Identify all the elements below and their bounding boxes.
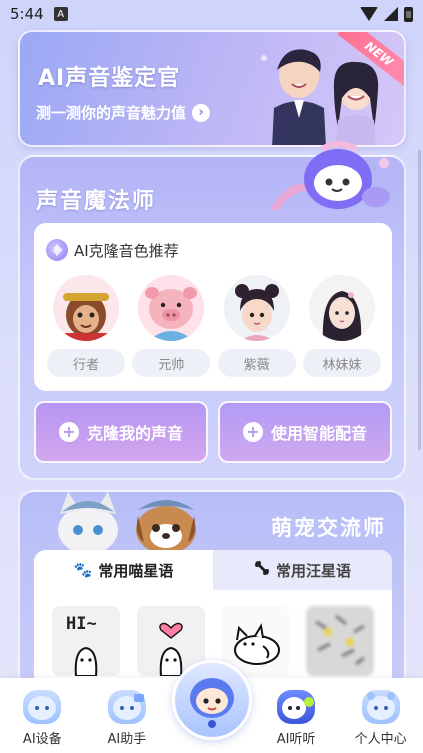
voice-label: 行者 — [47, 349, 125, 377]
voice-item-yuanshuai[interactable]: 元帅 — [131, 275, 211, 377]
nav-ai-listen[interactable]: AI听听 — [261, 690, 331, 747]
banner-subtitle-text: 测一测你的声音魅力值 — [36, 104, 187, 122]
lin-meimei-avatar — [308, 275, 375, 341]
voice-label: 林妹妹 — [302, 349, 381, 377]
voice-label: 元帅 — [132, 349, 211, 377]
status-bar: 5:44 A — [0, 0, 423, 28]
voice-appraiser-banner[interactable]: AI声音鉴定官 测一测你的声音魅力值 › NEW — [18, 30, 406, 147]
monkey-king-avatar — [53, 275, 119, 341]
pig-marshal-avatar — [138, 275, 205, 341]
nav-home-center-button[interactable] — [172, 660, 252, 740]
profile-icon — [361, 690, 400, 724]
paw-icon: 🐾 — [73, 561, 93, 579]
voice-item-linmeimei[interactable]: 林妹妹 — [302, 275, 382, 377]
pet-title: 萌宠交流师 — [271, 516, 386, 540]
tab-dog-label: 常用汪星语 — [275, 561, 351, 580]
nav-label: AI听听 — [276, 732, 316, 747]
recommend-title: AI克隆音色推荐 — [74, 241, 179, 260]
notification-icon: A — [53, 7, 68, 21]
voice-label: 紫薇 — [217, 349, 296, 377]
sticker-item[interactable]: HI~ — [52, 606, 120, 676]
sticker-hi-text: HI~ — [66, 614, 97, 634]
mascot-home-icon — [190, 678, 234, 728]
cat-dog-illustration — [58, 492, 196, 552]
clone-my-voice-button[interactable]: + 克隆我的声音 — [34, 401, 208, 463]
bone-icon — [254, 560, 270, 580]
nav-ai-device[interactable]: AI设备 — [7, 690, 77, 747]
tab-cat-label: 常用喵星语 — [98, 561, 174, 580]
nav-label: 个人中心 — [354, 732, 407, 747]
robot-mascot-illustration — [272, 141, 390, 211]
recommend-header: AI克隆音色推荐 — [46, 239, 179, 261]
plus-icon: + — [242, 422, 263, 442]
signal-icon — [384, 7, 398, 21]
voice-magician-card: 声音魔法师 AI克隆音色推荐 行者 元帅 紫薇 林妹妹 + 克隆我的声音 + 使… — [18, 141, 406, 480]
voice-wave-icon — [46, 239, 68, 261]
voice-item-xingzhe[interactable]: 行者 — [46, 275, 126, 377]
banner-subtitle[interactable]: 测一测你的声音魅力值 › — [36, 102, 211, 123]
voice-list: 行者 元帅 紫薇 林妹妹 — [46, 275, 382, 377]
ai-assistant-icon — [107, 690, 146, 724]
magic-title: 声音魔法师 — [36, 189, 157, 214]
banner-title: AI声音鉴定官 — [38, 66, 181, 91]
status-time: 5:44 — [10, 5, 44, 23]
wifi-icon — [360, 7, 378, 21]
voice-item-ziwei[interactable]: 紫薇 — [217, 275, 297, 377]
ai-device-icon — [23, 690, 62, 724]
nav-label: AI助手 — [107, 732, 147, 747]
tab-dog-phrases[interactable]: 常用汪星语 — [213, 550, 392, 590]
nav-profile[interactable]: 个人中心 — [346, 690, 416, 747]
pet-tabs: 🐾 常用喵星语 常用汪星语 — [34, 550, 392, 590]
ai-listen-icon — [277, 690, 316, 724]
battery-icon — [404, 6, 413, 22]
smart-dubbing-button[interactable]: + 使用智能配音 — [218, 401, 392, 463]
dub-label: 使用智能配音 — [270, 424, 367, 443]
scrollbar[interactable] — [418, 150, 421, 450]
chevron-right-icon: › — [192, 103, 211, 122]
plus-icon: + — [58, 422, 79, 442]
tab-cat-phrases[interactable]: 🐾 常用喵星语 — [34, 550, 213, 590]
sticker-item[interactable] — [305, 606, 374, 676]
ziwei-avatar — [223, 275, 290, 341]
ai-clone-recommend-panel: AI克隆音色推荐 行者 元帅 紫薇 林妹妹 — [34, 223, 392, 391]
clone-label: 克隆我的声音 — [86, 424, 183, 443]
blurred-sticker-image — [305, 606, 374, 676]
nav-label: AI设备 — [22, 732, 62, 747]
nav-ai-assistant[interactable]: AI助手 — [92, 690, 162, 747]
